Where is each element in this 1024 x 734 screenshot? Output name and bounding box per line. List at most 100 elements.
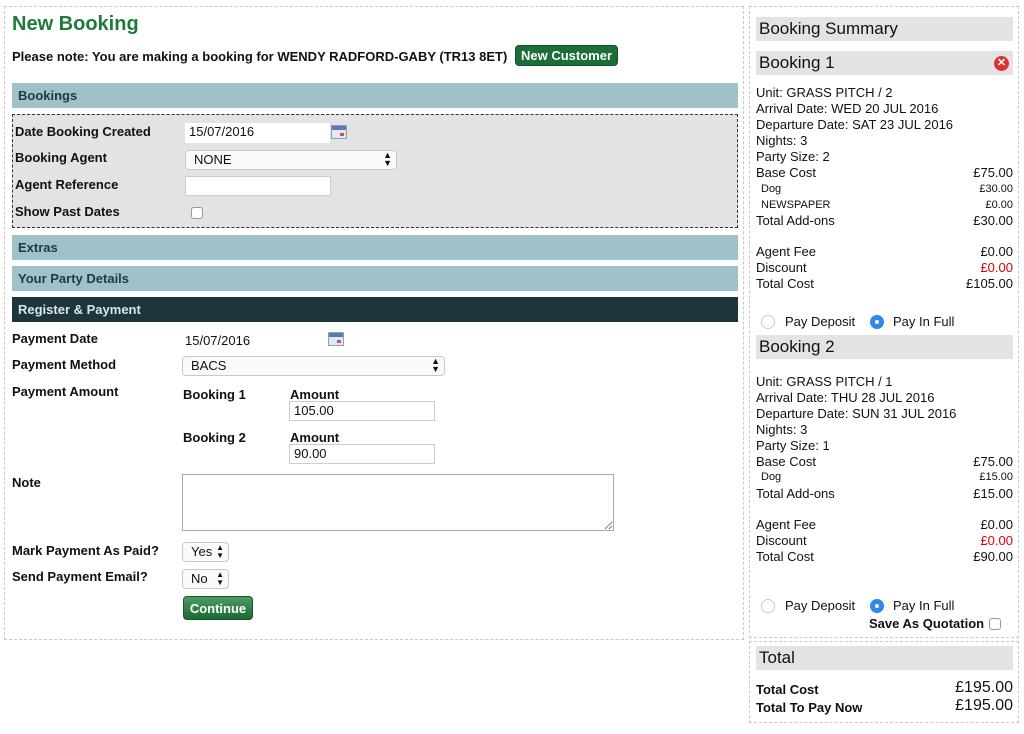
payment-row-booking-2: Booking 2 [183,430,246,445]
save-quotation-label: Save As Quotation [869,616,985,631]
booking-1-party: Party Size: 2 [756,149,830,164]
total-panel: Total Total Cost £195.00 Total To Pay No… [749,641,1019,723]
pay-in-full-label-2: Pay In Full [893,598,955,613]
pay-in-full-label-1: Pay In Full [893,314,955,329]
booking-1-discount: Discount £0.00 [756,260,1013,276]
discount-value: £0.00 [980,533,1013,548]
select-arrows-icon: ▲ ▼ [383,150,392,168]
addon-price: £30.00 [979,183,1013,195]
send-email-value: No [191,571,208,586]
pay-now-row: Total To Pay Now £195.00 [756,697,1013,715]
payment-calendar-icon[interactable] [328,332,344,346]
booking-2-agent-fee: Agent Fee £0.00 [756,517,1013,533]
pay-now-label: Total To Pay Now [756,700,863,715]
total-cost-label: Total Cost [756,549,814,564]
customer-note: Please note: You are making a booking fo… [12,49,508,64]
booking-2-party: Party Size: 1 [756,438,830,453]
pay-in-full-radio-2[interactable] [870,599,884,613]
amount-label-2: Amount [290,430,340,445]
grand-total-value: £195.00 [955,679,1013,696]
section-extras[interactable]: Extras [12,235,738,260]
pay-now-value: £195.00 [955,697,1013,714]
mark-paid-label: Mark Payment As Paid? [12,543,159,558]
show-past-dates-label: Show Past Dates [15,204,120,219]
booking-2-total: Total Cost £90.00 [756,549,1013,565]
booking-2-departure: Departure Date: SUN 31 JUL 2016 [756,406,957,421]
booking-1-nights: Nights: 3 [756,133,808,148]
date-created-field[interactable]: 15/07/2016 [185,123,330,143]
base-cost-value: £75.00 [973,454,1013,469]
booking-2-discount: Discount £0.00 [756,533,1013,549]
booking-2-header: Booking 2 [756,335,1013,359]
save-quotation-checkbox[interactable] [989,618,1001,630]
booking-2-base-cost: Base Cost £75.00 [756,454,1013,470]
booking-1-addon: NEWSPAPER £0.00 [756,197,1013,213]
addons-total-value: £30.00 [973,213,1013,228]
amount-label-1: Amount [290,387,340,402]
booking-1-arrival: Arrival Date: WED 20 JUL 2016 [756,101,939,116]
payment-method-label: Payment Method [12,357,117,372]
addons-total-label: Total Add-ons [756,486,835,501]
booking-1-title: Booking 1 [759,53,835,72]
base-cost-label: Base Cost [756,165,816,180]
payment-date-label: Payment Date [12,331,98,346]
section-bookings[interactable]: Bookings [12,83,738,108]
total-cost-value: £90.00 [973,549,1013,564]
pay-deposit-label-2: Pay Deposit [785,598,856,613]
total-header: Total [756,646,1013,670]
new-customer-button[interactable]: New Customer [515,45,619,66]
bookings-section-body: Date Booking Created 15/07/2016 Booking … [12,114,738,228]
base-cost-label: Base Cost [756,454,816,469]
booking-2-arrival: Arrival Date: THU 28 JUL 2016 [756,390,935,405]
agent-fee-value: £0.00 [980,517,1013,532]
agent-reference-input[interactable] [185,176,331,196]
addon-name: NEWSPAPER [761,199,831,211]
remove-booking-icon[interactable]: ✕ [994,56,1009,71]
total-cost-label: Total Cost [756,276,814,291]
pay-in-full-radio-1[interactable] [870,315,884,329]
mark-paid-select[interactable]: Yes ▲ ▼ [182,542,229,562]
discount-label: Discount [756,260,807,275]
send-email-select[interactable]: No ▲ ▼ [182,569,229,589]
booking-agent-value: NONE [194,152,232,167]
select-arrows-icon: ▲ ▼ [216,570,224,587]
payment-date-value[interactable]: 15/07/2016 [185,333,250,348]
grand-total-label: Total Cost [756,682,819,697]
booking-1-total: Total Cost £105.00 [756,276,1013,292]
amount-input-2[interactable]: 90.00 [289,444,435,464]
show-past-dates-checkbox[interactable] [191,207,203,219]
discount-value: £0.00 [980,260,1013,275]
addon-name: Dog [761,183,782,195]
note-label: Note [12,475,41,490]
calendar-icon[interactable] [331,125,347,139]
payment-amount-label: Payment Amount [12,384,119,399]
booking-2-unit: Unit: GRASS PITCH / 1 [756,374,893,389]
booking-1-departure: Departure Date: SAT 23 JUL 2016 [756,117,954,132]
send-email-label: Send Payment Email? [12,569,148,584]
note-textarea[interactable] [182,474,614,531]
amount-input-1[interactable]: 105.00 [289,401,435,421]
booking-1-base-cost: Base Cost £75.00 [756,165,1013,181]
mark-paid-value: Yes [191,544,213,559]
date-created-label: Date Booking Created [15,124,151,139]
booking-1-header: Booking 1 ✕ [756,51,1013,75]
booking-agent-select[interactable]: NONE ▲ ▼ [185,150,397,170]
section-register-payment[interactable]: Register & Payment [12,297,738,322]
base-cost-value: £75.00 [973,165,1013,180]
booking-1-addons-total: Total Add-ons £30.00 [756,213,1013,229]
section-party-details[interactable]: Your Party Details [12,266,738,291]
booking-agent-label: Booking Agent [15,150,107,165]
booking-form-panel: New Booking Please note: You are making … [4,6,744,640]
pay-deposit-radio-1[interactable] [761,315,775,329]
continue-button[interactable]: Continue [183,596,253,620]
booking-1-addon: Dog £30.00 [756,181,1013,197]
payment-method-value: BACS [191,358,227,373]
addon-price: £0.00 [985,199,1013,211]
discount-label: Discount [756,533,807,548]
select-arrows-icon: ▲ ▼ [216,543,224,560]
page-title: New Booking [12,13,139,35]
grand-total-row: Total Cost £195.00 [756,679,1013,697]
agent-fee-label: Agent Fee [756,517,816,532]
payment-method-select[interactable]: BACS ▲ ▼ [182,356,445,376]
pay-deposit-radio-2[interactable] [761,599,775,613]
